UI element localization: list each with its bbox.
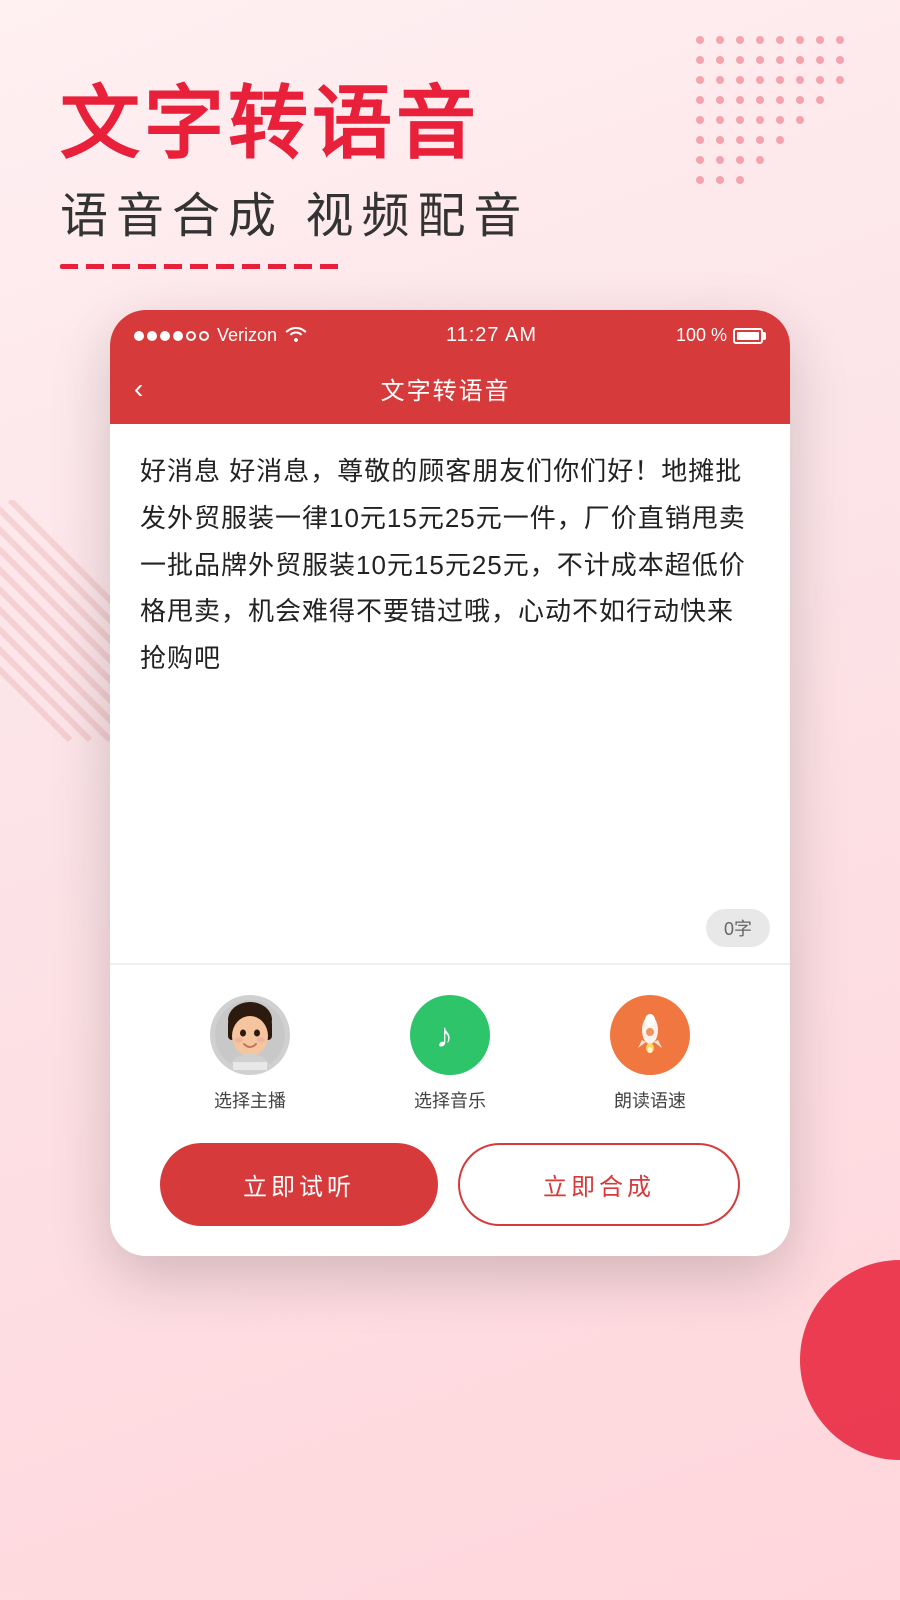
signal-dot-2 — [147, 331, 157, 341]
speed-label: 朗读语速 — [614, 1087, 686, 1113]
signal-dot-3 — [160, 331, 170, 341]
signal-dot-1 — [134, 331, 144, 341]
battery-icon — [733, 328, 766, 344]
listen-button[interactable]: 立即试听 — [160, 1143, 438, 1226]
wifi-icon — [285, 324, 307, 347]
speed-icon — [610, 995, 690, 1075]
main-text-content: 好消息 好消息，尊敬的顾客朋友们你们好！地摊批发外贸服装一律10元15元25元一… — [140, 448, 760, 682]
hero-underline-decoration — [60, 264, 340, 269]
avatar-face-svg — [215, 1000, 285, 1070]
music-note-svg: ♪ — [428, 1013, 472, 1057]
reading-speed-item[interactable]: 朗读语速 — [610, 995, 690, 1113]
hero-section: 文字转语音 语音合成 视频配音 — [0, 0, 900, 299]
hero-subtitle: 语音合成 视频配音 — [60, 176, 840, 246]
status-time: 11:27 AM — [446, 324, 537, 347]
text-area-container[interactable]: 好消息 好消息，尊敬的顾客朋友们你们好！地摊批发外贸服装一律10元15元25元一… — [110, 424, 790, 964]
select-anchor-item[interactable]: 选择主播 — [210, 995, 290, 1113]
status-bar: Verizon 11:27 AM 100 % — [110, 310, 790, 357]
decorative-semicircle — [800, 1260, 900, 1460]
select-music-item[interactable]: ♪ 选择音乐 — [410, 995, 490, 1113]
back-button[interactable]: ‹ — [134, 373, 155, 405]
signal-strength — [134, 331, 209, 341]
signal-dot-6 — [199, 331, 209, 341]
anchor-icon — [210, 995, 290, 1075]
music-label: 选择音乐 — [414, 1087, 486, 1113]
music-icon: ♪ — [410, 995, 490, 1075]
carrier-name: Verizon — [217, 325, 277, 346]
svg-text:♪: ♪ — [436, 1017, 453, 1055]
status-bar-right: 100 % — [676, 325, 766, 346]
bottom-controls: 选择主播 ♪ 选择音乐 — [110, 964, 790, 1256]
action-buttons: 立即试听 立即合成 — [150, 1143, 750, 1236]
battery-percentage: 100 % — [676, 325, 727, 346]
controls-row: 选择主播 ♪ 选择音乐 — [150, 995, 750, 1113]
character-count: 0字 — [706, 909, 770, 947]
signal-dot-5 — [186, 331, 196, 341]
app-header: ‹ 文字转语音 — [110, 357, 790, 424]
phone-mockup: Verizon 11:27 AM 100 % ‹ 文字转语音 — [110, 310, 790, 1256]
compose-button[interactable]: 立即合成 — [458, 1143, 740, 1226]
app-title: 文字转语音 — [155, 371, 736, 406]
signal-dot-4 — [173, 331, 183, 341]
anchor-label: 选择主播 — [214, 1087, 286, 1113]
status-bar-left: Verizon — [134, 324, 307, 347]
hero-title: 文字转语音 — [60, 80, 840, 168]
rocket-svg — [627, 1012, 673, 1058]
